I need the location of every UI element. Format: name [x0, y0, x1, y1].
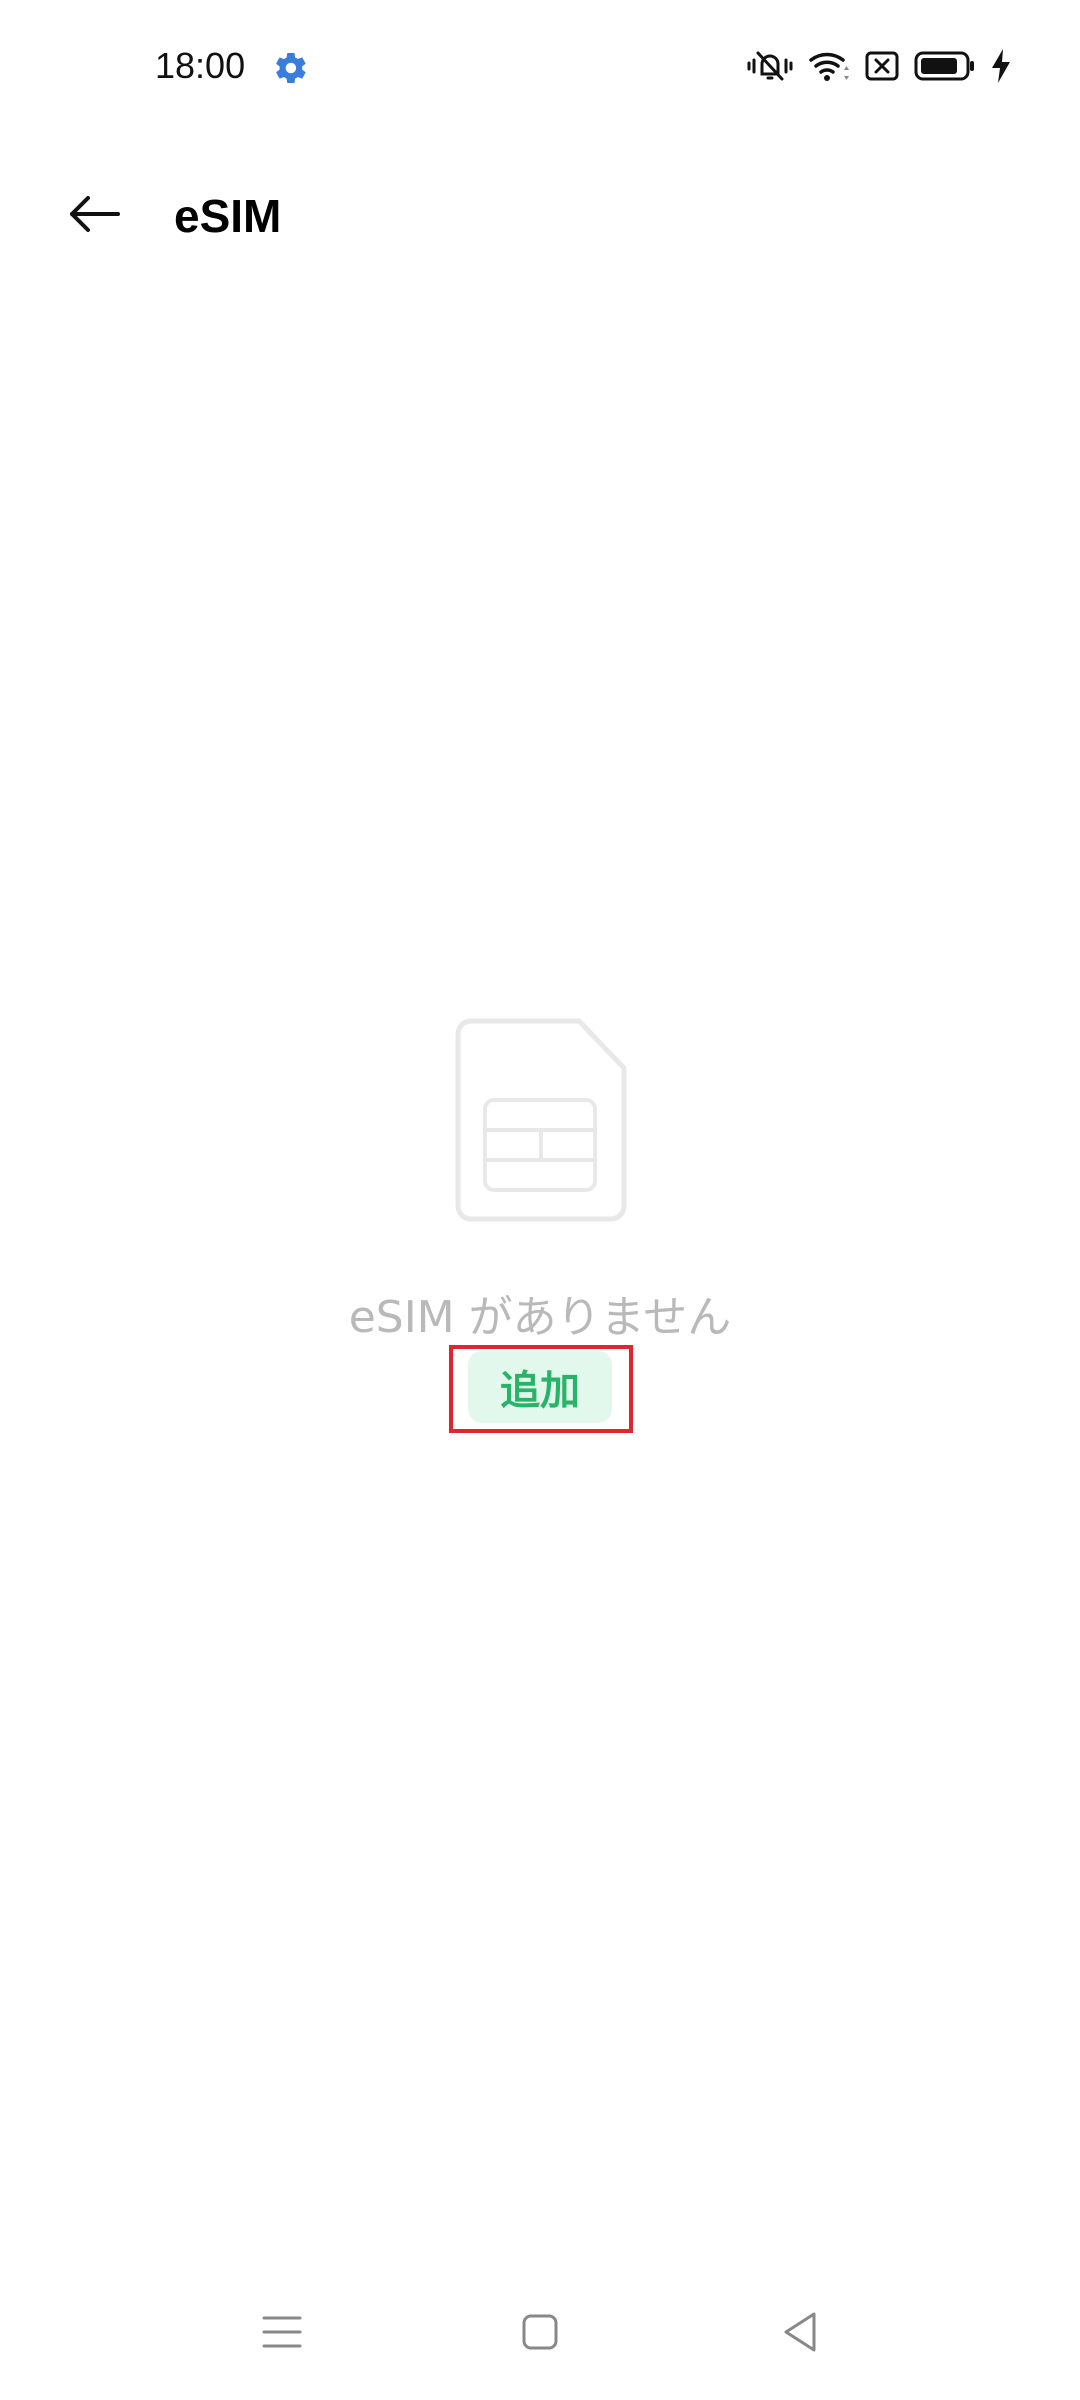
home-icon [520, 2312, 560, 2356]
app-bar: eSIM [0, 160, 1080, 272]
nav-home-button[interactable] [510, 2306, 570, 2362]
empty-message: eSIM がありません [348, 1292, 732, 1343]
wifi-icon [808, 48, 850, 88]
back-button[interactable] [54, 184, 134, 248]
nav-back-button[interactable] [770, 2306, 830, 2362]
battery-icon [914, 48, 976, 88]
no-sim-icon [864, 48, 900, 88]
charging-icon [990, 48, 1012, 88]
status-bar: 18:00 [0, 0, 1080, 136]
menu-icon [260, 2312, 304, 2356]
vibrate-icon [746, 48, 794, 88]
status-time: 18:00 [155, 45, 246, 86]
arrow-left-icon [66, 194, 122, 238]
status-icons [746, 46, 1012, 90]
add-button[interactable]: 追加 [468, 1351, 612, 1423]
nav-menu-button[interactable] [252, 2306, 312, 2362]
nav-bar [0, 2290, 1080, 2380]
back-triangle-icon [780, 2310, 820, 2358]
page-title: eSIM [174, 190, 282, 242]
gear-icon [273, 50, 309, 86]
sim-card-icon [455, 1018, 627, 1222]
